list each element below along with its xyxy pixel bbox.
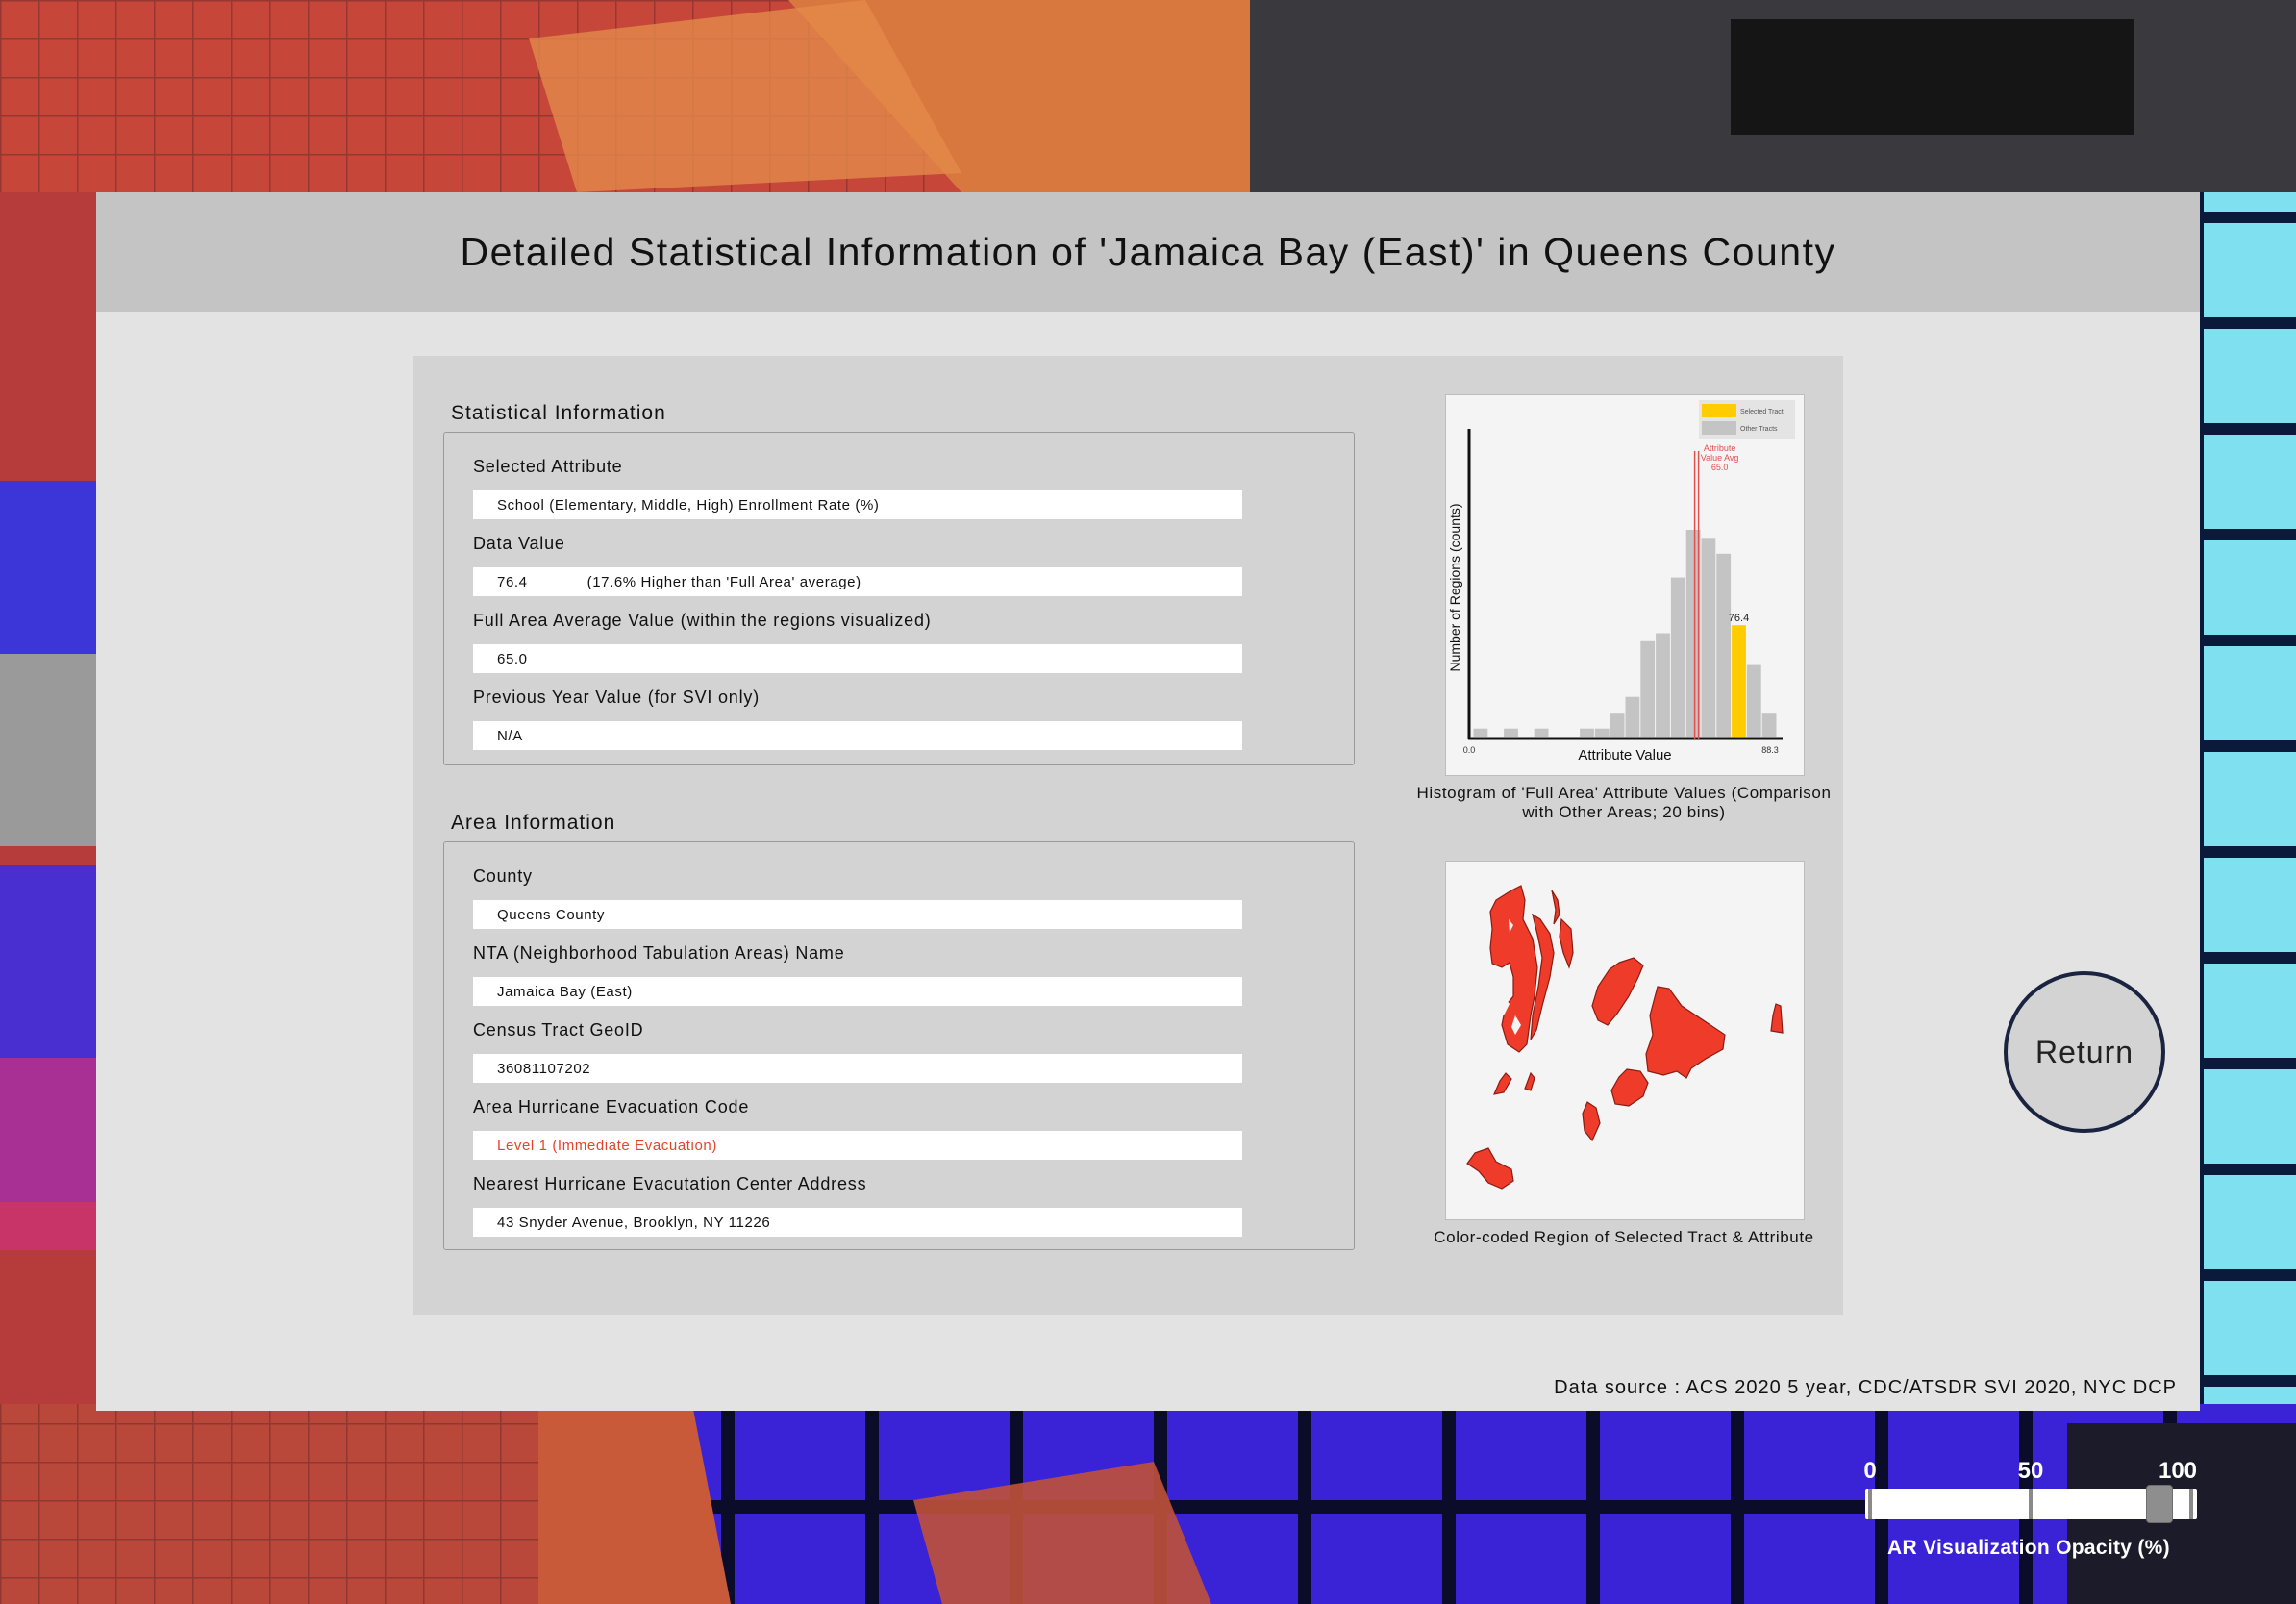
histogram-chart: Attribute Value Avg 65.0 76.4 0.0 88.3 Att… <box>1447 400 1795 764</box>
histogram-bar <box>1610 713 1625 737</box>
map-region <box>1466 1147 1514 1190</box>
x-max-label: 88.3 <box>1761 745 1779 755</box>
map-caption: Color-coded Region of Selected Tract & A… <box>1434 1228 1814 1246</box>
slider-tick-label-50: 50 <box>2017 1458 2044 1484</box>
histogram-bar <box>1746 664 1761 737</box>
county-value: Queens County <box>497 906 606 923</box>
geoid-field: 36081107202 <box>473 1054 1242 1083</box>
legend-selected-tract: Selected Tract <box>1740 409 1784 415</box>
map-region <box>1524 1071 1535 1091</box>
histogram-bar <box>1594 728 1610 737</box>
map-region <box>1645 986 1726 1079</box>
slider-tick <box>2029 1489 2033 1519</box>
slider-thumb[interactable] <box>2146 1485 2174 1523</box>
histogram-legend: Selected Tract Other Tracts <box>1699 400 1795 439</box>
area-info-group: County Queens County NTA (Neighborhood T… <box>443 841 1355 1250</box>
histogram-card: Attribute Value Avg 65.0 76.4 0.0 88.3 Att… <box>1445 394 1805 776</box>
legend-swatch-other <box>1702 421 1736 435</box>
evac-code-label: Area Hurricane Evacuation Code <box>473 1097 750 1116</box>
selected-attribute-label: Selected Attribute <box>473 457 623 476</box>
evac-code-value: Level 1 (Immediate Evacuation) <box>497 1137 717 1154</box>
statistical-info-group: Selected Attribute School (Elementary, M… <box>443 432 1355 765</box>
histogram-bar <box>1580 728 1594 737</box>
slider-tick-label-0: 0 <box>1863 1458 1877 1484</box>
data-value-field: 76.4 (17.6% Higher than 'Full Area' aver… <box>473 567 1242 596</box>
slider-tick-label-100: 100 <box>2158 1458 2198 1484</box>
county-field: Queens County <box>473 900 1242 929</box>
data-source: Data source : ACS 2020 5 year, CDC/ATSDR… <box>1554 1377 2177 1398</box>
histogram-bar <box>1656 633 1670 737</box>
legend-other-tracts: Other Tracts <box>1740 426 1778 433</box>
x-min-label: 0.0 <box>1463 745 1476 755</box>
average-label: Attribute Value Avg 65.0 <box>1701 443 1739 472</box>
map-region <box>1591 957 1644 1026</box>
statistical-info-heading: Statistical Information <box>451 402 666 424</box>
map-region <box>1551 890 1560 925</box>
map-region <box>1492 1072 1512 1095</box>
histogram-bar <box>1625 696 1640 737</box>
evac-center-value: 43 Snyder Avenue, Brooklyn, NY 11226 <box>497 1214 771 1231</box>
legend-swatch-selected <box>1702 404 1736 417</box>
geoid-value: 36081107202 <box>497 1060 591 1077</box>
map-region <box>1610 1068 1649 1107</box>
previous-year-value: N/A <box>497 727 523 744</box>
evac-center-field: 43 Snyder Avenue, Brooklyn, NY 11226 <box>473 1208 1242 1237</box>
panel-header: Detailed Statistical Information of 'Jam… <box>96 192 2200 312</box>
statistics-panel: Detailed Statistical Information of 'Jam… <box>96 192 2200 1411</box>
nta-label: NTA (Neighborhood Tabulation Areas) Name <box>473 943 845 963</box>
map-region <box>1770 1003 1784 1034</box>
return-button[interactable]: Return <box>2004 971 2165 1133</box>
histogram-bar <box>1640 640 1656 737</box>
histogram-bar <box>1534 728 1549 737</box>
histogram-bar <box>1670 577 1685 737</box>
histogram-caption: Histogram of 'Full Area' Attribute Value… <box>1416 784 1832 821</box>
previous-year-field: N/A <box>473 721 1242 750</box>
selected-attribute-value: School (Elementary, Middle, High) Enroll… <box>497 496 880 514</box>
slider-caption: AR Visualization Opacity (%) <box>1887 1537 2170 1559</box>
area-info-heading: Area Information <box>451 812 616 834</box>
slider-tick <box>2189 1489 2193 1519</box>
data-value-label: Data Value <box>473 534 565 553</box>
histogram-bar <box>1761 713 1777 737</box>
histogram-bar <box>1716 553 1732 737</box>
map-region <box>1582 1101 1601 1142</box>
histogram-bar-selected <box>1732 625 1746 737</box>
evac-center-label: Nearest Hurricane Evacutation Center Add… <box>473 1174 867 1193</box>
selected-attribute-field: School (Elementary, Middle, High) Enroll… <box>473 490 1242 519</box>
county-label: County <box>473 866 533 886</box>
data-value: 76.4 <box>497 573 528 590</box>
map-region <box>1559 917 1574 969</box>
selected-value-label: 76.4 <box>1729 613 1749 624</box>
y-axis-label: Number of Regions (counts) <box>1447 503 1462 671</box>
region-map <box>1466 885 1784 1190</box>
full-area-average-value: 65.0 <box>497 650 528 667</box>
region-map-card <box>1445 861 1805 1220</box>
histogram-bar <box>1504 728 1518 737</box>
content-area: Statistical Information Selected Attribu… <box>413 356 1843 1315</box>
page-title: Detailed Statistical Information of 'Jam… <box>460 229 1836 274</box>
histogram-bar <box>1473 728 1488 737</box>
full-area-average-field: 65.0 <box>473 644 1242 673</box>
x-axis-label: Attribute Value <box>1578 747 1671 764</box>
full-area-average-label: Full Area Average Value (within the regi… <box>473 611 932 630</box>
nta-field: Jamaica Bay (East) <box>473 977 1242 1006</box>
opacity-slider[interactable]: 0 50 100 AR Visualization Opacity (%) <box>1856 1452 2202 1567</box>
previous-year-label: Previous Year Value (for SVI only) <box>473 688 761 707</box>
data-value-note: (17.6% Higher than 'Full Area' average) <box>586 573 861 590</box>
histogram-bar <box>1701 538 1716 737</box>
nta-value: Jamaica Bay (East) <box>497 983 633 1000</box>
slider-tick <box>1868 1489 1872 1519</box>
evac-code-field: Level 1 (Immediate Evacuation) <box>473 1131 1242 1160</box>
geoid-label: Census Tract GeoID <box>473 1020 644 1040</box>
